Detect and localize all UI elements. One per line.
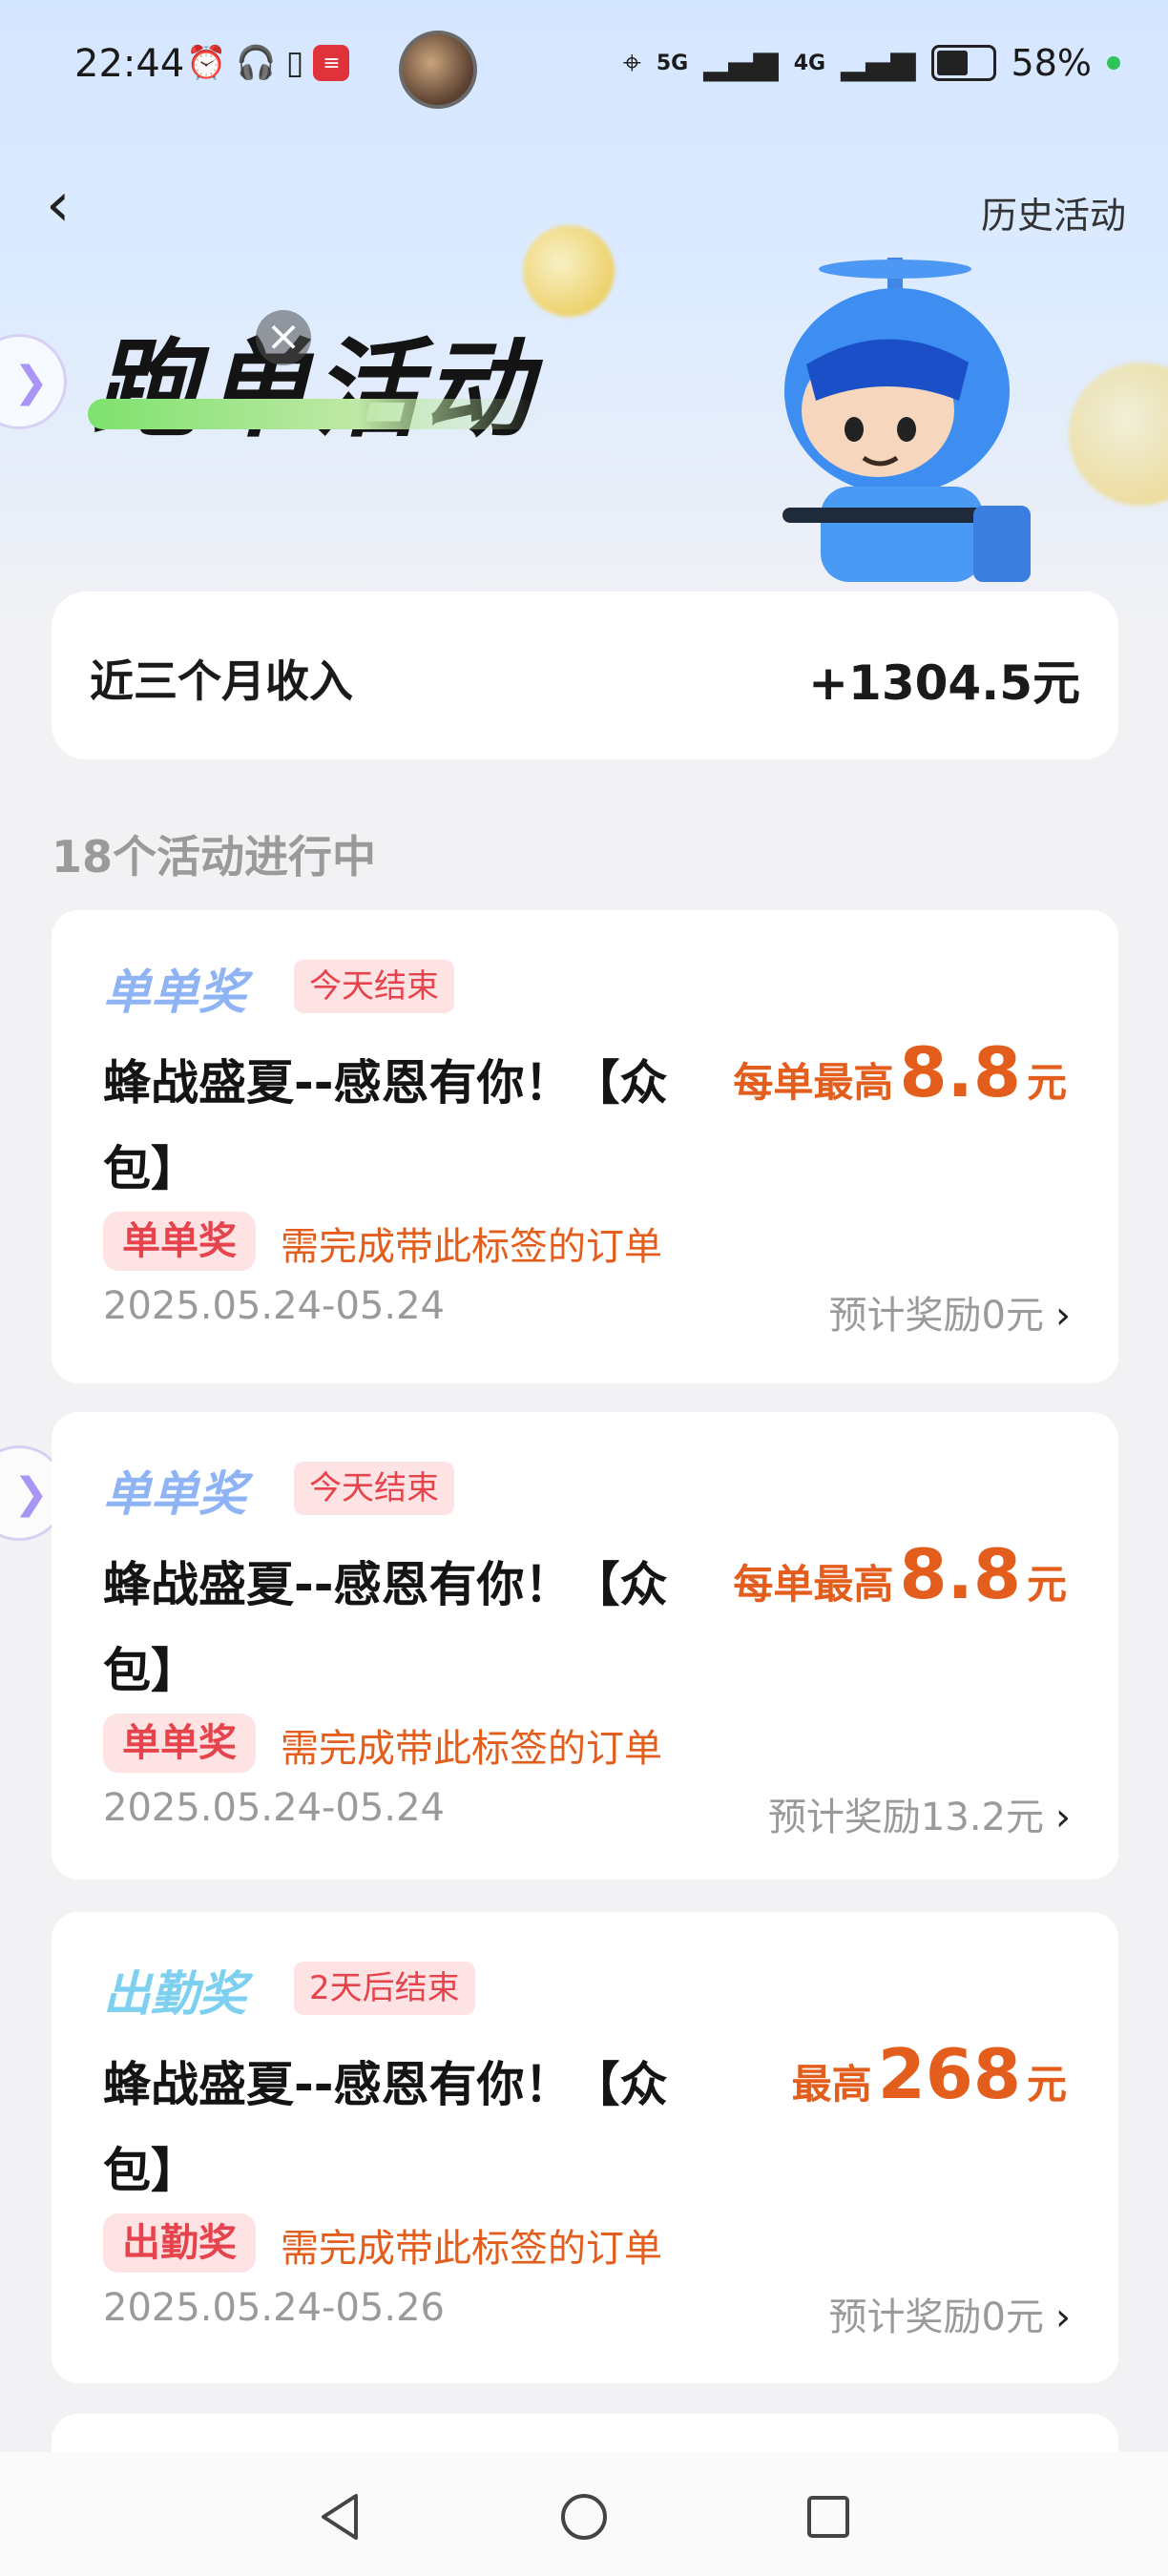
order-tag-chip: 出勤奖	[103, 2213, 256, 2273]
signal-icon: ▂▄▆	[703, 44, 779, 82]
rider-mascot-illustration	[782, 258, 1031, 582]
activity-type-tag: 出勤奖	[103, 1966, 246, 2022]
reward-unit: 元	[1026, 1059, 1067, 1106]
coin-decoration	[1069, 363, 1168, 506]
income-value: +1304.5元	[808, 655, 1080, 711]
headphones-icon: 🎧	[236, 44, 277, 82]
app-notification-icon: ≡	[313, 45, 350, 81]
double-chevron-right-icon: ❯	[13, 357, 49, 406]
back-button[interactable]: ‹	[46, 172, 103, 239]
phone-icon: ▯	[285, 44, 304, 82]
activity-title: 蜂战盛夏--感恩有你！【众包】	[103, 1055, 668, 1196]
reward-unit: 元	[1026, 2061, 1067, 2108]
reward-amount: 每单最高8.8 元	[733, 1534, 1067, 1614]
reward-value: 268	[877, 2034, 1021, 2114]
location-icon: ⌖	[622, 44, 641, 82]
back-triangle-icon[interactable]	[312, 2488, 369, 2545]
close-icon[interactable]: ×	[256, 310, 311, 365]
floating-app-avatar[interactable]	[399, 31, 477, 109]
chevron-right-icon: ›	[1055, 2296, 1071, 2339]
title-highlight	[88, 399, 536, 429]
battery-level: 58%	[1011, 42, 1092, 84]
status-icons-left: ⏰ 🎧 ▯ ≡	[186, 44, 350, 82]
status-bar: 22:44 ⏰ 🎧 ▯ ≡ ⌖ 5G ▂▄▆ 4G ▂▄▆ 58%	[0, 0, 1168, 134]
section-title: 18个活动进行中	[52, 831, 377, 883]
chevron-right-icon: ›	[1055, 1294, 1071, 1338]
alarm-icon: ⏰	[186, 44, 227, 82]
reward-prefix: 每单最高	[733, 1561, 894, 1608]
reward-value: 8.8	[899, 1032, 1021, 1112]
chevron-left-icon: ‹	[46, 170, 71, 240]
estimated-reward[interactable]: 预计奖励0元 ›	[829, 1284, 1071, 1340]
status-badge: 今天结束	[294, 960, 454, 1013]
estimated-reward-text: 预计奖励0元	[828, 1294, 1044, 1338]
home-circle-icon[interactable]	[555, 2488, 613, 2545]
activity-card[interactable]: 单单奖 今天结束 蜂战盛夏--感恩有你！【众包】 每单最高8.8 元 单单奖 需完…	[52, 1412, 1118, 1880]
activity-card[interactable]: 单单奖 今天结束 蜂战盛夏--感恩有你！【众包】 每单最高8.8 元 单单奖 需完…	[52, 910, 1118, 1383]
reward-value: 8.8	[899, 1534, 1021, 1614]
status-badge: 2天后结束	[294, 1962, 475, 2015]
date-range: 2025.05.24-05.24	[103, 1284, 445, 1328]
reward-prefix: 最高	[791, 2061, 872, 2108]
order-tag-description: 需完成带此标签的订单	[281, 1727, 662, 1771]
page-title: 跑单活动	[92, 328, 534, 452]
system-navigation-bar	[0, 2452, 1168, 2576]
order-tag-description: 需完成带此标签的订单	[281, 2227, 662, 2271]
order-tag-chip: 单单奖	[103, 1714, 256, 1773]
date-range: 2025.05.24-05.24	[103, 1786, 445, 1830]
history-activities-link[interactable]: 历史活动	[981, 186, 1126, 239]
battery-icon	[930, 45, 996, 81]
chevron-right-icon: ›	[1055, 1796, 1071, 1839]
activity-title: 蜂战盛夏--感恩有你！【众包】	[103, 2057, 668, 2198]
activity-title: 蜂战盛夏--感恩有你！【众包】	[103, 1557, 668, 1698]
status-badge: 今天结束	[294, 1462, 454, 1515]
income-summary-card: 近三个月收入 +1304.5元	[52, 592, 1118, 759]
reward-amount: 每单最高8.8 元	[733, 1032, 1067, 1112]
coin-decoration	[523, 225, 615, 317]
signal-icon: ▂▄▆	[841, 44, 916, 82]
reward-prefix: 每单最高	[733, 1059, 894, 1106]
income-label: 近三个月收入	[90, 655, 353, 707]
activity-type-tag: 单单奖	[103, 965, 246, 1020]
date-range: 2025.05.24-05.26	[103, 2286, 445, 2330]
reward-amount: 最高268 元	[792, 2034, 1067, 2114]
network-4g-label: 4G	[793, 51, 826, 75]
reward-unit: 元	[1026, 1561, 1067, 1608]
order-tag-chip: 单单奖	[103, 1212, 256, 1271]
recents-square-icon[interactable]	[800, 2488, 857, 2545]
estimated-reward[interactable]: 预计奖励0元 ›	[829, 2286, 1071, 2341]
estimated-reward-text: 预计奖励0元	[828, 2296, 1044, 2339]
status-icons-right: ⌖ 5G ▂▄▆ 4G ▂▄▆ 58%	[623, 42, 1120, 84]
network-5g-label: 5G	[656, 51, 689, 75]
privacy-dot-icon	[1107, 56, 1120, 70]
clock: 22:44	[74, 42, 185, 86]
activity-card[interactable]: 出勤奖 2天后结束 蜂战盛夏--感恩有你！【众包】 最高268 元 出勤奖 需完成…	[52, 1912, 1118, 2383]
activity-type-tag: 单单奖	[103, 1466, 246, 1522]
estimated-reward[interactable]: 预计奖励13.2元 ›	[768, 1786, 1071, 1841]
order-tag-description: 需完成带此标签的订单	[281, 1225, 662, 1269]
estimated-reward-text: 预计奖励13.2元	[767, 1796, 1044, 1839]
double-chevron-right-icon: ❯	[13, 1468, 49, 1518]
